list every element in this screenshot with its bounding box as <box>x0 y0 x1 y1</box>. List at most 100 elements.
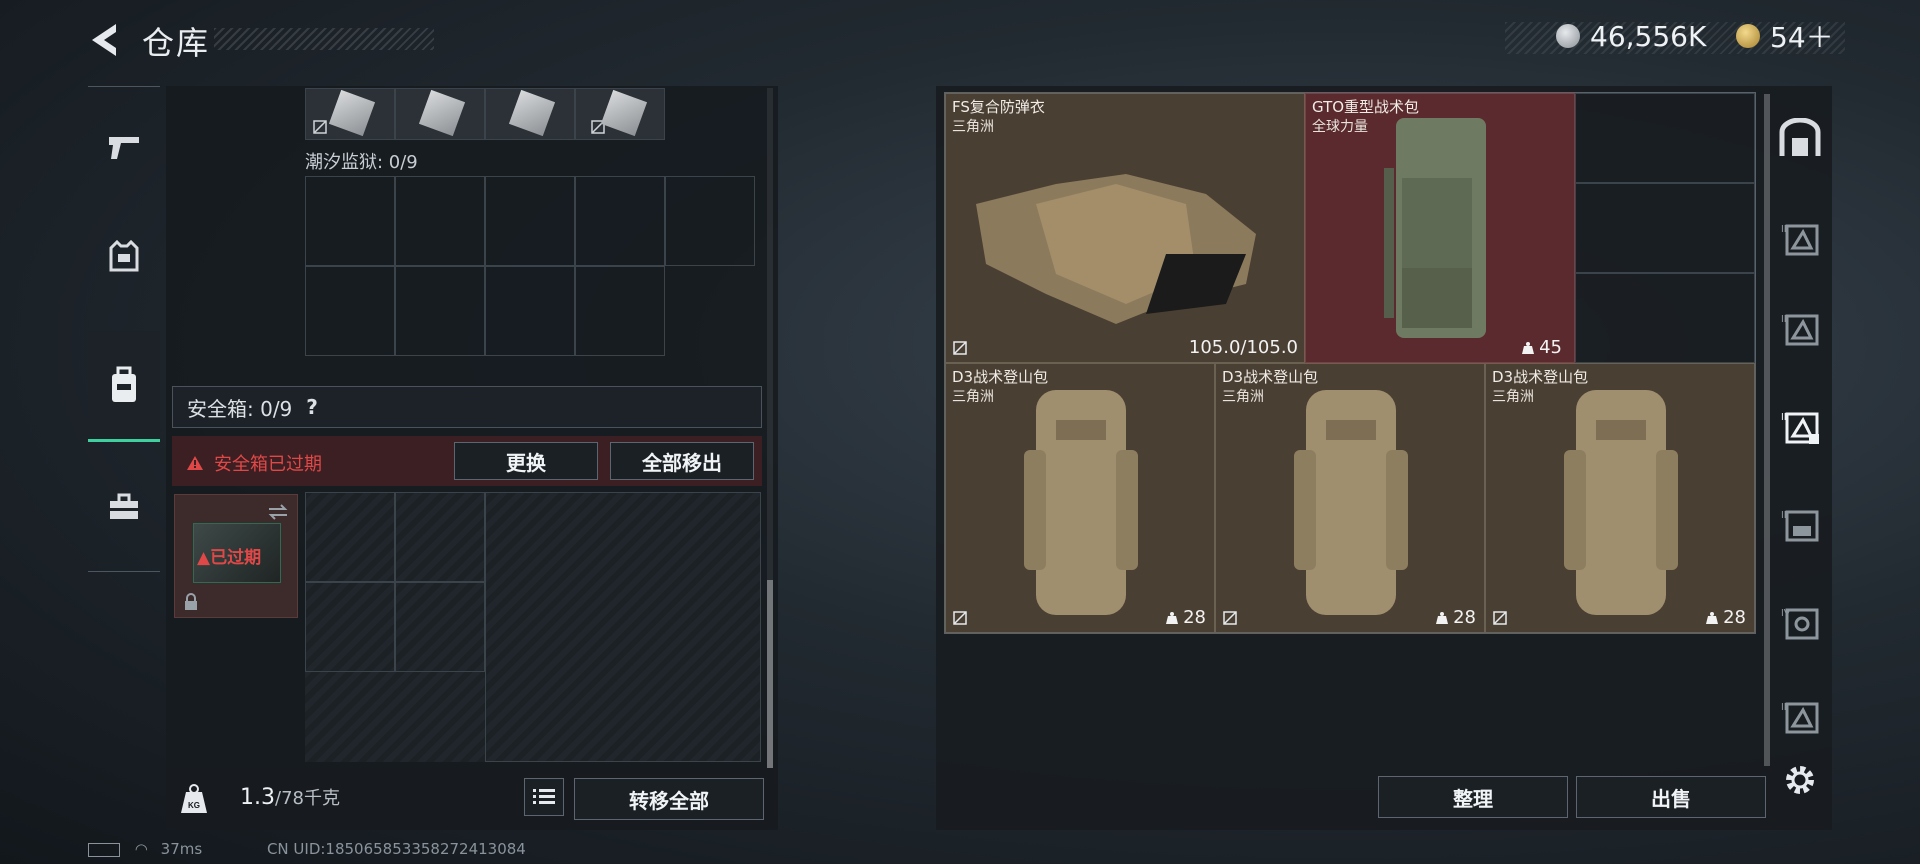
grid-cell[interactable] <box>665 176 755 266</box>
weight-icon <box>1166 612 1179 624</box>
durability-value: 105.0/105.0 <box>1188 337 1298 358</box>
item-brand: 全球力量 <box>1312 119 1368 135</box>
grid-cell[interactable] <box>395 266 485 356</box>
item-name: FS复合防弹衣 <box>952 98 1045 116</box>
svg-text:KG: KG <box>188 801 200 810</box>
pouch-item-image <box>418 89 466 137</box>
list-view-button[interactable] <box>524 778 564 816</box>
grid-cell[interactable] <box>305 176 395 266</box>
no-insure-icon <box>953 611 967 625</box>
stash-tier-ii-icon: II <box>1781 510 1819 542</box>
safe-box-grid <box>305 492 761 762</box>
safe-case-item[interactable]: ▲已过期 <box>174 494 298 618</box>
stash-tier-iii-icon: III <box>1781 412 1819 444</box>
stash-tab-iii-1[interactable]: III <box>1772 208 1828 268</box>
stash-tabs: III III III II IV III <box>1772 92 1832 794</box>
grid-cell[interactable] <box>395 582 485 672</box>
grid-cell[interactable] <box>305 492 395 582</box>
currency-premium[interactable]: 54＋ <box>1736 18 1834 54</box>
gto-backpack-image <box>1384 118 1486 338</box>
move-all-out-button[interactable]: 全部移出 <box>610 442 754 480</box>
stash-tab-iii-3-active[interactable]: III <box>1772 396 1828 456</box>
svg-text:III: III <box>1781 314 1789 325</box>
kg-weight-icon: KG <box>181 784 207 813</box>
wifi-icon: ◠ <box>134 840 148 858</box>
category-nav <box>88 86 160 572</box>
item-brand: 三角洲 <box>952 119 994 135</box>
item-card-d3-pack[interactable]: D3战术登山包 三角洲 28 <box>1485 363 1755 633</box>
replace-button[interactable]: 更换 <box>454 442 598 480</box>
nav-weapons[interactable] <box>88 97 160 197</box>
page-title: 仓库 <box>142 24 211 62</box>
grid-cell[interactable] <box>575 266 665 356</box>
sort-button[interactable]: 整理 <box>1378 776 1568 818</box>
grid-cell[interactable] <box>395 492 485 582</box>
safe-box-header: 安全箱: 0/9 ? <box>172 386 762 428</box>
item-card-fs-vest[interactable]: FS复合防弹衣 三角洲 105.0/105.0 <box>945 93 1305 363</box>
uid-text: CN UID:185065853358272413084 <box>266 840 526 858</box>
vest-image <box>976 174 1256 324</box>
svg-text:III: III <box>1781 702 1789 713</box>
currency-hafcoin-value: 46,556K <box>1590 19 1707 53</box>
d3-backpack-image <box>1564 390 1678 615</box>
grid-cell[interactable] <box>485 176 575 266</box>
grid-cell[interactable] <box>305 266 395 356</box>
weight-readout: 1.3/78千克 <box>240 784 340 810</box>
transfer-all-button[interactable]: 转移全部 <box>574 778 764 820</box>
grid-cell[interactable] <box>485 266 575 356</box>
nav-armor[interactable] <box>88 207 160 307</box>
pouch-slot-3[interactable] <box>485 88 575 140</box>
stash-tab-iii-2[interactable]: III <box>1772 298 1828 358</box>
stash-tier-iii-icon: III <box>1781 702 1819 734</box>
weight-label: 28 <box>1165 607 1206 628</box>
item-card-gto-bag[interactable]: GTO重型战术包 全球力量 45 <box>1305 93 1575 363</box>
stash-tab-ii[interactable]: II <box>1772 494 1828 554</box>
pouch-slot-1[interactable] <box>305 88 395 140</box>
currency-hafcoin[interactable]: 46,556K <box>1556 18 1706 54</box>
currency-premium-value: 54＋ <box>1770 21 1834 54</box>
settings-button[interactable] <box>1772 750 1828 810</box>
grid-cell[interactable] <box>1575 93 1755 183</box>
weight-value: 1.3 <box>240 785 275 810</box>
gold-coin-icon <box>1736 24 1760 48</box>
item-card-d3-pack[interactable]: D3战术登山包 三角洲 28 <box>945 363 1215 633</box>
weight-label: 28 <box>1705 607 1746 628</box>
top-bar: 仓库 46,556K 54＋ <box>0 0 1920 80</box>
grid-cell[interactable] <box>305 582 395 672</box>
battery-icon <box>88 842 120 857</box>
pistol-icon <box>109 137 139 159</box>
grid-cell[interactable] <box>1575 273 1755 363</box>
stash-tab-iv[interactable]: IV <box>1772 592 1828 652</box>
stash-tier-iv-icon: IV <box>1781 608 1819 640</box>
no-insure-icon <box>313 120 327 134</box>
no-insure-icon <box>1493 611 1507 625</box>
grid-cell[interactable] <box>1575 183 1755 273</box>
stash-tab-main[interactable] <box>1772 108 1828 168</box>
pouch-slot-2[interactable] <box>395 88 485 140</box>
swap-icon[interactable] <box>267 503 289 521</box>
list-icon <box>533 789 555 804</box>
toolbox-icon <box>110 493 138 519</box>
svg-text:II: II <box>1781 510 1787 521</box>
item-card-d3-pack[interactable]: D3战术登山包 三角洲 28 <box>1215 363 1485 633</box>
pouch-slot-4[interactable] <box>575 88 665 140</box>
grid-cell[interactable] <box>395 176 485 266</box>
nav-toolbox[interactable] <box>88 457 160 557</box>
d3-backpack-image <box>1294 390 1408 615</box>
stash-tab-iii-4[interactable]: III <box>1772 686 1828 746</box>
no-insure-icon <box>953 341 967 355</box>
grid-cell[interactable] <box>575 176 665 266</box>
right-scroll-bar[interactable] <box>1764 94 1770 766</box>
sell-button[interactable]: 出售 <box>1576 776 1766 818</box>
weight-label: 28 <box>1435 607 1476 628</box>
back-arrow-icon[interactable] <box>86 20 122 60</box>
weight-capacity: /78千克 <box>275 788 340 809</box>
nav-backpack[interactable] <box>88 331 160 442</box>
ping-text: 37ms <box>160 840 203 858</box>
help-icon[interactable]: ? <box>306 395 318 419</box>
svg-text:IV: IV <box>1781 608 1791 619</box>
status-bar: ◠ 37ms CN UID:185065853358272413084 <box>88 840 526 858</box>
weight-label: 45 <box>1521 337 1562 358</box>
item-brand: 三角洲 <box>1222 389 1264 405</box>
left-scroll-thumb[interactable] <box>767 580 773 770</box>
